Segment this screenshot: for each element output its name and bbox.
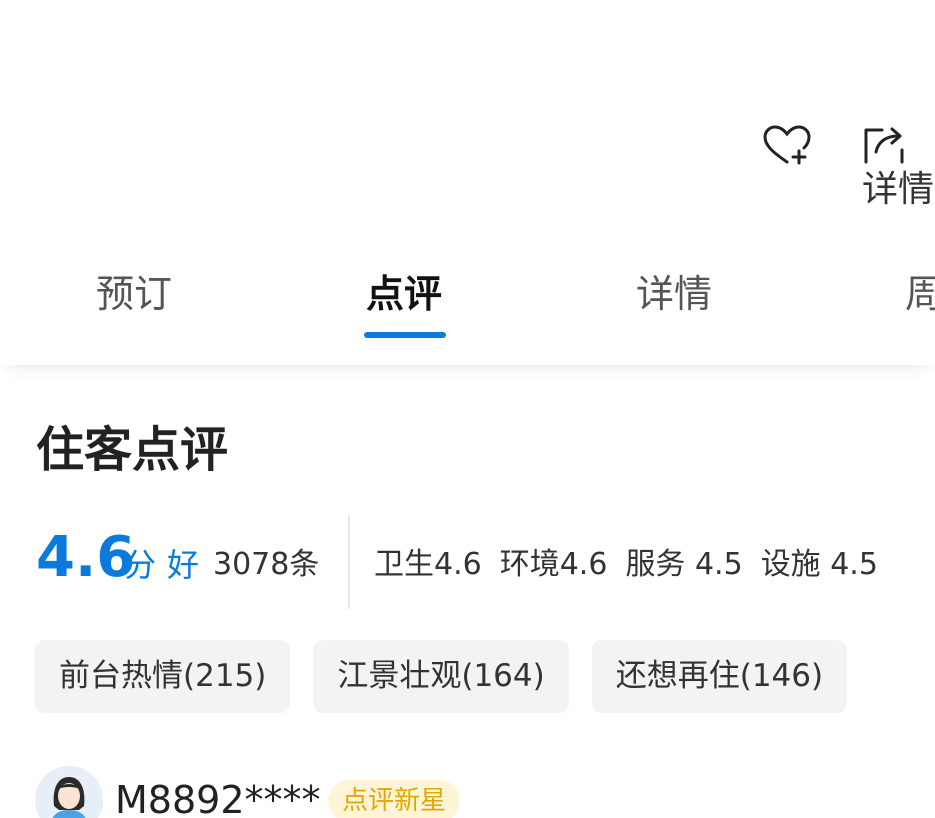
tab-booking[interactable]: 预订 — [96, 270, 172, 330]
sub-scores: 卫生4.6 环境4.6 服务 4.5 设施 4.5 — [374, 543, 878, 587]
divider — [348, 515, 350, 609]
hotel-review-page: 详情 预订 点评 详情 周 住客点评 4.6 分 好 3078条 卫生4.6 环… — [0, 0, 935, 818]
tab-reviews[interactable]: 点评 — [366, 270, 442, 330]
rating-word: 好 — [167, 546, 200, 584]
user-avatar-icon — [35, 766, 103, 818]
review-tags: 前台热情(215) 江景壮观(164) 还想再住(146) — [35, 640, 848, 713]
share-button[interactable]: 详情 — [862, 124, 935, 212]
share-icon — [864, 127, 904, 164]
review-tag[interactable]: 还想再住(146) — [591, 640, 848, 713]
review-item[interactable]: M8892**** 点评新星 — [35, 766, 915, 818]
sub-score-hygiene: 卫生4.6 — [374, 547, 482, 582]
tab-details[interactable]: 详情 — [636, 270, 712, 330]
review-count: 3078条 — [213, 547, 320, 582]
tab-bar: 预订 点评 详情 周 — [0, 245, 935, 365]
heart-plus-icon — [763, 125, 811, 165]
active-tab-indicator — [364, 332, 446, 338]
overall-score: 4.6 — [36, 525, 136, 590]
review-tag[interactable]: 江景壮观(164) — [313, 640, 569, 713]
favorite-button[interactable] — [760, 124, 814, 166]
score-summary[interactable]: 4.6 分 好 3078条 卫生4.6 环境4.6 服务 4.5 设施 4.5 — [36, 515, 935, 610]
share-label: 详情 — [862, 169, 935, 210]
avatar[interactable] — [35, 766, 103, 818]
review-tag[interactable]: 前台热情(215) — [35, 640, 291, 713]
reviewer-name: M8892**** — [115, 778, 321, 818]
sub-score-facilities: 设施 4.5 — [760, 547, 878, 582]
sub-score-environment: 环境4.6 — [499, 547, 608, 582]
top-header: 详情 — [0, 0, 935, 245]
sub-score-service: 服务 4.5 — [625, 547, 743, 582]
section-title: 住客点评 — [36, 422, 229, 478]
tab-surroundings[interactable]: 周 — [905, 270, 935, 330]
score-unit: 分 — [124, 546, 157, 584]
reviewer-badge: 点评新星 — [328, 780, 461, 818]
